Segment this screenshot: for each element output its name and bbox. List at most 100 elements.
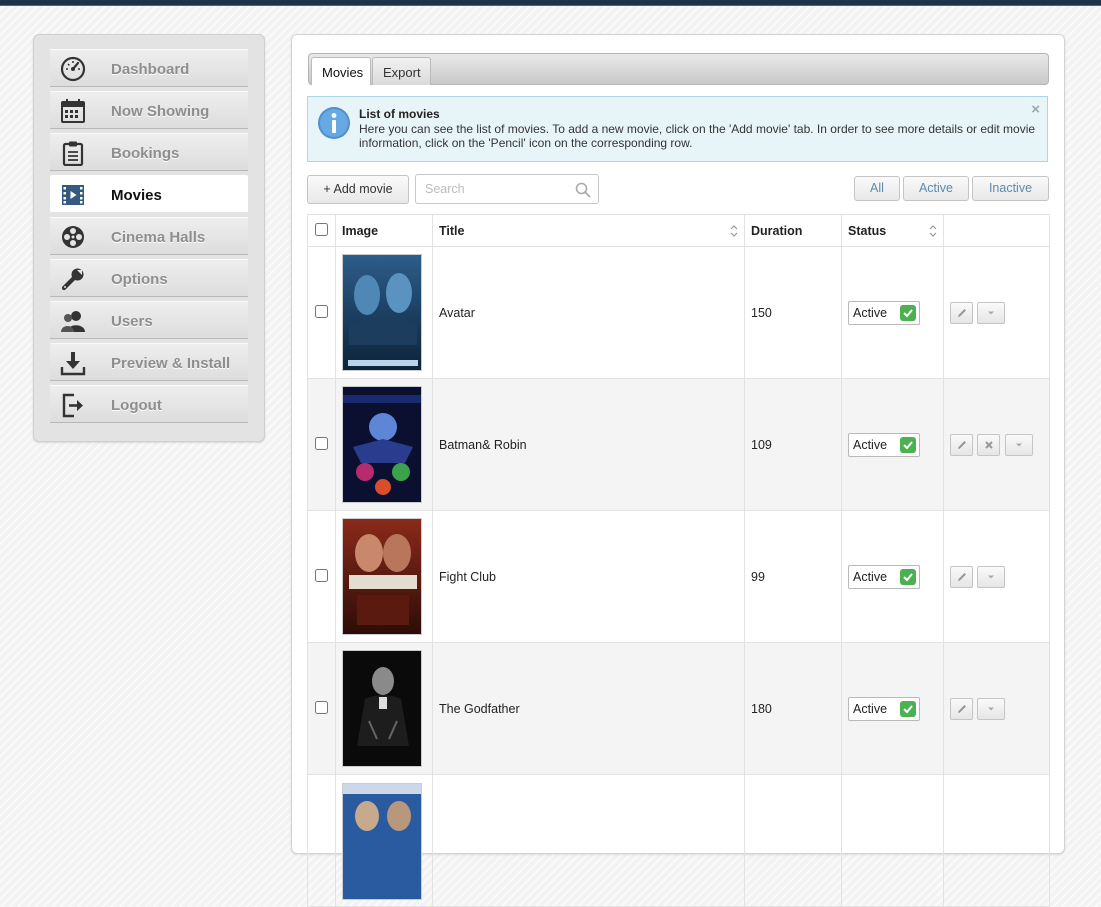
sidebar-item-label: Cinema Halls [111,229,206,246]
more-dropdown-button[interactable] [977,697,1006,720]
more-dropdown-button[interactable] [1004,433,1033,456]
tab-export[interactable]: Export [372,57,431,85]
sidebar-item-dashboard[interactable]: Dashboard [50,49,248,87]
chevron-down-icon [988,311,995,314]
column-header-status[interactable]: Status [841,214,944,247]
sidebar-item-bookings[interactable]: Bookings [50,133,248,171]
movie-title: Fight Club [432,510,745,643]
movie-poster-image [342,386,422,503]
row-checkbox[interactable] [315,568,328,582]
movie-duration: 180 [744,642,842,775]
sort-icon[interactable] [730,224,738,238]
edit-button[interactable] [950,565,973,588]
main-panel: Movies Export List of movies Here you ca… [291,34,1065,907]
gauge-icon [60,56,86,82]
pencil-icon [957,308,966,317]
check-icon [900,436,916,453]
sidebar-item-label: Users [111,313,153,330]
more-dropdown-button[interactable] [977,565,1006,588]
sidebar: Dashboard Now Showing Bookings Movies Ci… [33,34,265,442]
close-icon [985,440,993,449]
row-checkbox[interactable] [315,304,328,318]
pencil-icon [957,572,966,581]
wrench-icon [60,266,86,292]
check-icon [900,700,916,717]
table-row: Fight Club 99 Active [307,510,1050,643]
table-row: The Godfather 180 Active [307,642,1050,775]
chevron-down-icon [988,575,995,578]
sidebar-item-label: Bookings [111,145,180,162]
movie-title: The Godfather [432,642,745,775]
search-box [415,174,599,204]
info-title: List of movies [359,107,440,121]
edit-button[interactable] [950,697,973,720]
sidebar-item-preview-install[interactable]: Preview & Install [50,343,248,381]
sidebar-item-now-showing[interactable]: Now Showing [50,91,248,129]
sidebar-item-users[interactable]: Users [50,301,248,339]
check-icon [900,304,916,321]
filter-all-button[interactable]: All [854,176,900,201]
edit-button[interactable] [950,301,973,324]
tab-movies[interactable]: Movies [311,57,371,85]
sidebar-item-label: Dashboard [111,61,190,78]
table-header-row: Image Title Duration Status [307,214,1050,247]
movie-poster-image [342,254,422,371]
column-header-duration: Duration [744,214,842,247]
sort-icon[interactable] [929,224,937,238]
movie-duration: 99 [744,510,842,643]
table-row: Batman& Robin 109 Active [307,378,1050,511]
movie-duration [744,774,842,907]
sidebar-item-movies[interactable]: Movies [50,175,248,213]
row-checkbox[interactable] [315,436,328,450]
clipboard-icon [60,140,86,166]
info-icon [317,106,351,140]
select-all-checkbox[interactable] [315,222,328,236]
movie-title: Avatar [432,246,745,379]
row-checkbox[interactable] [315,700,328,714]
sidebar-item-label: Logout [111,397,162,414]
close-icon[interactable]: × [1031,101,1040,118]
pencil-icon [957,704,966,713]
status-select[interactable]: Active [848,696,920,721]
column-header-image: Image [335,214,433,247]
film-icon [60,182,86,208]
movie-title: Batman& Robin [432,378,745,511]
filter-inactive-button[interactable]: Inactive [972,176,1049,201]
movies-table: Image Title Duration Status Avatar 150 A… [307,214,1050,907]
film-reel-icon [60,224,86,250]
chevron-down-icon [988,707,995,710]
sidebar-item-options[interactable]: Options [50,259,248,297]
movie-duration: 150 [744,246,842,379]
sidebar-item-label: Options [111,271,168,288]
column-header-actions [943,214,1050,247]
info-text: Here you can see the list of movies. To … [359,122,1036,150]
select-all-cell [307,214,336,247]
status-select[interactable]: Active [848,300,920,325]
pencil-icon [957,440,966,449]
sidebar-item-logout[interactable]: Logout [50,385,248,423]
search-input[interactable] [423,181,568,197]
filter-active-button[interactable]: Active [903,176,969,201]
check-icon [900,568,916,585]
column-header-title[interactable]: Title [432,214,745,247]
edit-button[interactable] [950,433,973,456]
logout-icon [60,392,86,418]
sidebar-item-cinema-halls[interactable]: Cinema Halls [50,217,248,255]
delete-button[interactable] [977,433,1001,456]
movie-poster-image [342,650,422,767]
users-icon [60,308,86,334]
calendar-icon [60,98,86,124]
status-select[interactable]: Active [848,432,920,457]
search-icon[interactable] [575,182,591,198]
movie-poster-image [342,783,422,900]
movie-poster-image [342,518,422,635]
chevron-down-icon [1015,443,1022,446]
movie-duration: 109 [744,378,842,511]
table-row: Avatar 150 Active [307,246,1050,379]
sidebar-item-label: Now Showing [111,103,210,120]
more-dropdown-button[interactable] [977,301,1006,324]
status-select[interactable]: Active [848,564,920,589]
sidebar-item-label: Preview & Install [111,355,231,372]
add-movie-button[interactable]: + Add movie [307,175,409,204]
info-box: List of movies Here you can see the list… [307,96,1048,162]
